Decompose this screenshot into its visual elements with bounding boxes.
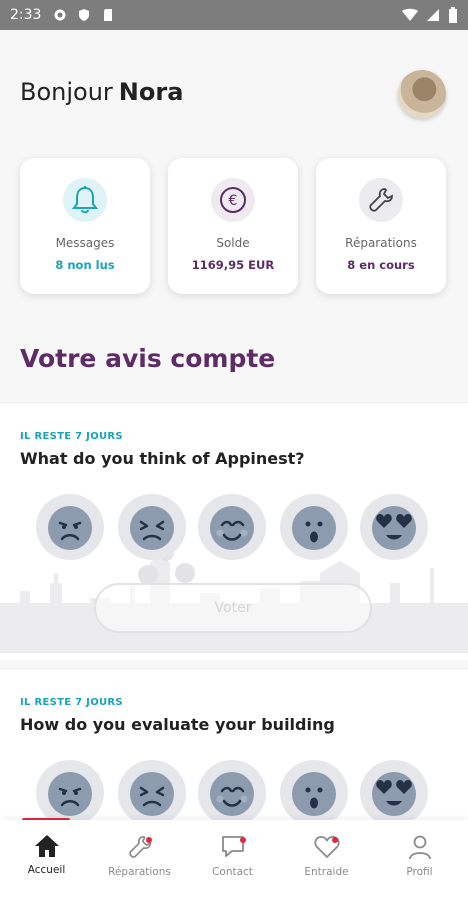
heart-eyes-face-icon[interactable] bbox=[358, 757, 430, 829]
sd-card-icon bbox=[104, 9, 113, 21]
tab-label: Réparations bbox=[108, 866, 171, 878]
survey-question: What do you think of Appinest? bbox=[20, 449, 305, 468]
survey-question: How do you evaluate your building bbox=[20, 715, 335, 734]
greeting: Bonjour Nora bbox=[20, 78, 183, 106]
tab-accueil[interactable]: Accueil bbox=[0, 820, 93, 900]
messages-card[interactable]: Messages 8 non lus bbox=[20, 158, 150, 294]
notification-dot bbox=[332, 837, 338, 843]
shield-icon bbox=[79, 9, 90, 21]
wifi-icon bbox=[402, 8, 418, 21]
section-title: Votre avis compte bbox=[20, 344, 276, 373]
smiling-face-icon[interactable] bbox=[196, 757, 268, 829]
heart-eyes-face-icon[interactable] bbox=[358, 491, 430, 563]
notification-dot bbox=[146, 837, 152, 843]
bell-icon bbox=[63, 178, 107, 222]
euro-icon: € bbox=[211, 178, 255, 222]
status-bar: 2:33 bbox=[0, 0, 468, 30]
tab-label: Contact bbox=[212, 866, 253, 878]
battery-icon bbox=[449, 7, 457, 23]
balance-label: Solde bbox=[216, 236, 250, 250]
tab-profil[interactable]: Profil bbox=[373, 820, 466, 900]
home-icon bbox=[34, 835, 59, 857]
survey-remaining: IL RESTE 7 JOURS bbox=[20, 431, 123, 442]
notification-dot bbox=[240, 837, 246, 843]
squinting-face-icon[interactable] bbox=[116, 491, 188, 563]
repairs-card[interactable]: Réparations 8 en cours bbox=[316, 158, 446, 294]
greeting-name: Nora bbox=[118, 78, 184, 106]
angry-face-icon[interactable] bbox=[34, 491, 106, 563]
tab-label: Accueil bbox=[27, 864, 66, 876]
repairs-label: Réparations bbox=[345, 236, 417, 250]
tab-entraide[interactable]: Entraide bbox=[280, 820, 373, 900]
svg-text:€: € bbox=[229, 193, 238, 209]
smiling-face-icon[interactable] bbox=[196, 491, 268, 563]
survey-card-1: IL RESTE 7 JOURS What do you think of Ap… bbox=[0, 402, 468, 660]
bottom-tab-bar: Accueil Réparations Contact Entraide Pro… bbox=[0, 820, 468, 900]
summary-cards: Messages 8 non lus € Solde 1169,95 EUR R… bbox=[20, 158, 448, 294]
repairs-value: 8 en cours bbox=[347, 258, 415, 272]
tab-label: Profil bbox=[406, 866, 433, 878]
tab-contact[interactable]: Contact bbox=[186, 820, 279, 900]
settings-icon bbox=[54, 9, 66, 21]
status-time: 2:33 bbox=[10, 7, 42, 23]
greeting-hello: Bonjour bbox=[20, 78, 113, 106]
balance-card[interactable]: € Solde 1169,95 EUR bbox=[168, 158, 298, 294]
avatar[interactable] bbox=[398, 70, 446, 118]
survey-remaining: IL RESTE 7 JOURS bbox=[20, 697, 123, 708]
wrench-icon bbox=[359, 178, 403, 222]
squinting-face-icon[interactable] bbox=[116, 757, 188, 829]
balance-value: 1169,95 EUR bbox=[191, 258, 275, 272]
survey-card-2: IL RESTE 7 JOURS How do you evaluate you… bbox=[0, 668, 468, 828]
signal-icon bbox=[427, 9, 439, 21]
messages-value: 8 non lus bbox=[55, 258, 115, 272]
messages-label: Messages bbox=[55, 236, 115, 250]
vote-button[interactable]: Voter bbox=[94, 583, 372, 633]
tab-label: Entraide bbox=[304, 866, 349, 878]
surprised-face-icon[interactable] bbox=[278, 491, 350, 563]
tab-reparations[interactable]: Réparations bbox=[93, 820, 186, 900]
person-icon bbox=[408, 835, 431, 860]
surprised-face-icon[interactable] bbox=[278, 757, 350, 829]
